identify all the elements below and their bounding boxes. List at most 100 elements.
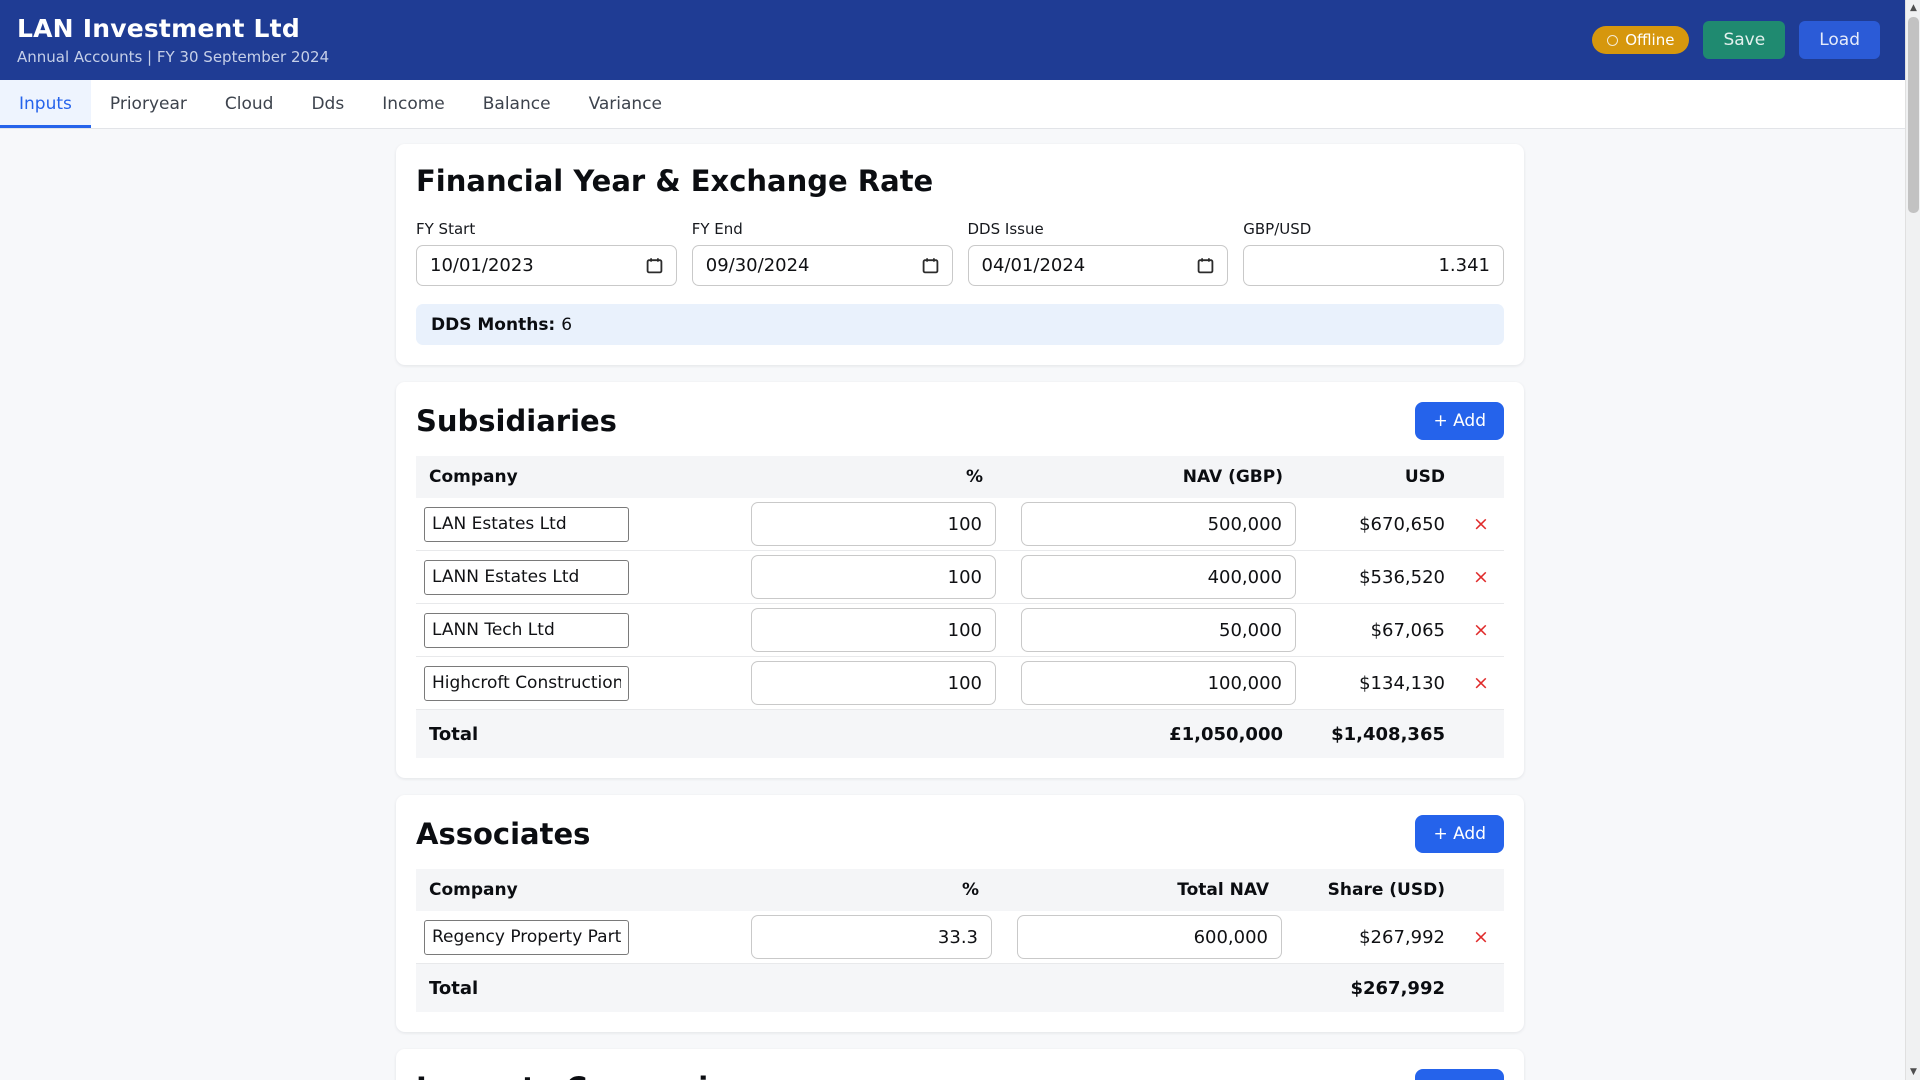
col-share-usd: Share (USD)	[1327, 880, 1445, 900]
associates-add-button[interactable]: + Add	[1415, 815, 1504, 853]
total-usd: $1,408,365	[1331, 723, 1445, 745]
tab-income[interactable]: Income	[363, 80, 464, 128]
calendar-icon[interactable]	[1197, 257, 1214, 274]
tab-inputs[interactable]: Inputs	[0, 80, 91, 128]
col-pct: %	[965, 467, 983, 487]
nav-input[interactable]	[1021, 608, 1296, 652]
subsidiaries-table-header: Company % NAV (GBP) USD	[416, 456, 1504, 498]
scroll-down-arrow-icon[interactable]: ▼	[1906, 1064, 1920, 1080]
nav-input[interactable]	[1021, 661, 1296, 705]
gbp-usd-input[interactable]	[1243, 245, 1504, 286]
company-input[interactable]	[424, 506, 629, 542]
total-nav-gbp: £1,050,000	[1169, 723, 1283, 745]
scrollbar[interactable]: ▲ ▼	[1905, 0, 1920, 1080]
loans-card: Loans to Companies + Add Entity Amount (…	[396, 1049, 1524, 1080]
col-nav: NAV (GBP)	[1182, 467, 1283, 487]
delete-row-button[interactable]: ×	[1458, 672, 1504, 694]
subsidiaries-title: Subsidiaries	[416, 404, 617, 438]
gbp-usd-field: GBP/USD	[1243, 220, 1504, 286]
nav-input[interactable]	[1021, 555, 1296, 599]
tab-prioryear[interactable]: Prioryear	[91, 80, 206, 128]
subsidiaries-add-button[interactable]: + Add	[1415, 402, 1504, 440]
associates-card: Associates + Add Company % Total NAV Sha…	[396, 795, 1524, 1032]
subsidiaries-table: Company % NAV (GBP) USD $670,650 × $536,…	[416, 456, 1504, 758]
delete-row-button[interactable]: ×	[1458, 619, 1504, 641]
percent-input[interactable]	[751, 915, 992, 959]
total-label: Total	[429, 977, 479, 999]
percent-input[interactable]	[751, 661, 996, 705]
app-title: LAN Investment Ltd	[17, 14, 300, 43]
save-button[interactable]: Save	[1703, 21, 1786, 59]
dds-months-value: 6	[561, 314, 573, 335]
associates-table: Company % Total NAV Share (USD) $267,992…	[416, 869, 1504, 1012]
associates-table-header: Company % Total NAV Share (USD)	[416, 869, 1504, 911]
header-titles: LAN Investment Ltd Annual Accounts | FY …	[17, 14, 329, 66]
financial-year-fields: FY Start 10/01/2023 FY End 09/30/2024 DD…	[416, 220, 1504, 286]
usd-value: $67,065	[1370, 619, 1445, 641]
dds-issue-input[interactable]: 04/01/2024	[967, 245, 1229, 286]
percent-input[interactable]	[751, 502, 996, 546]
delete-row-button[interactable]: ×	[1458, 566, 1504, 588]
col-total-nav: Total NAV	[1177, 880, 1269, 900]
col-pct: %	[961, 880, 979, 900]
col-company: Company	[429, 467, 518, 487]
tab-bar: Inputs Prioryear Cloud Dds Income Balanc…	[0, 80, 1920, 129]
percent-input[interactable]	[751, 555, 996, 599]
usd-value: $670,650	[1359, 513, 1445, 535]
company-input[interactable]	[424, 559, 629, 595]
calendar-icon[interactable]	[922, 257, 939, 274]
load-button[interactable]: Load	[1799, 21, 1880, 59]
share-usd-value: $267,992	[1359, 926, 1445, 948]
dds-months-label: DDS Months:	[431, 314, 556, 335]
company-input[interactable]	[424, 665, 629, 701]
dds-months-bar: DDS Months: 6	[416, 304, 1504, 345]
usd-value: $134,130	[1359, 672, 1445, 694]
tab-variance[interactable]: Variance	[570, 80, 681, 128]
fy-end-label: FY End	[691, 220, 743, 238]
fy-start-label: FY Start	[416, 220, 476, 238]
subsidiary-row: $67,065 ×	[416, 604, 1504, 657]
dds-issue-label: DDS Issue	[967, 220, 1044, 238]
financial-year-title: Financial Year & Exchange Rate	[416, 164, 934, 198]
tab-dds[interactable]: Dds	[292, 80, 363, 128]
scroll-up-arrow-icon[interactable]: ▲	[1906, 0, 1920, 16]
fy-end-input[interactable]: 09/30/2024	[691, 245, 953, 286]
delete-row-button[interactable]: ×	[1458, 926, 1504, 948]
tab-balance[interactable]: Balance	[464, 80, 570, 128]
dds-issue-field: DDS Issue 04/01/2024	[967, 220, 1229, 286]
app-subtitle: Annual Accounts | FY 30 September 2024	[17, 48, 330, 66]
tab-cloud[interactable]: Cloud	[206, 80, 293, 128]
dds-issue-value: 04/01/2024	[981, 255, 1086, 276]
usd-value: $536,520	[1359, 566, 1445, 588]
financial-year-card: Financial Year & Exchange Rate FY Start …	[396, 144, 1524, 365]
fy-start-input[interactable]: 10/01/2023	[416, 245, 677, 286]
fy-end-field: FY End 09/30/2024	[691, 220, 953, 286]
subsidiaries-total-row: Total £1,050,000 $1,408,365	[416, 710, 1504, 758]
subsidiaries-card: Subsidiaries + Add Company % NAV (GBP) U…	[396, 382, 1524, 778]
total-nav-input[interactable]	[1017, 915, 1282, 959]
associate-row: $267,992 ×	[416, 911, 1504, 964]
offline-status-badge: Offline	[1592, 26, 1690, 54]
total-share-usd: $267,992	[1350, 977, 1445, 999]
subsidiary-row: $536,520 ×	[416, 551, 1504, 604]
company-input[interactable]	[424, 919, 629, 955]
fy-start-field: FY Start 10/01/2023	[416, 220, 677, 286]
loans-add-button[interactable]: + Add	[1415, 1069, 1504, 1080]
company-input[interactable]	[424, 612, 629, 648]
scrollbar-thumb[interactable]	[1908, 17, 1919, 213]
loans-title: Loans to Companies	[416, 1071, 745, 1080]
calendar-icon[interactable]	[646, 257, 663, 274]
status-dot-icon	[1607, 34, 1619, 46]
percent-input[interactable]	[751, 608, 996, 652]
gbp-usd-label: GBP/USD	[1243, 220, 1312, 238]
associates-title: Associates	[416, 817, 591, 851]
associates-total-row: Total $267,992	[416, 964, 1504, 1012]
total-label: Total	[429, 723, 479, 745]
col-company: Company	[429, 880, 518, 900]
delete-row-button[interactable]: ×	[1458, 513, 1504, 535]
nav-input[interactable]	[1021, 502, 1296, 546]
app-header: LAN Investment Ltd Annual Accounts | FY …	[0, 0, 1920, 80]
header-actions: Offline Save Load	[1592, 21, 1880, 59]
fy-end-value: 09/30/2024	[705, 255, 810, 276]
subsidiary-row: $670,650 ×	[416, 498, 1504, 551]
